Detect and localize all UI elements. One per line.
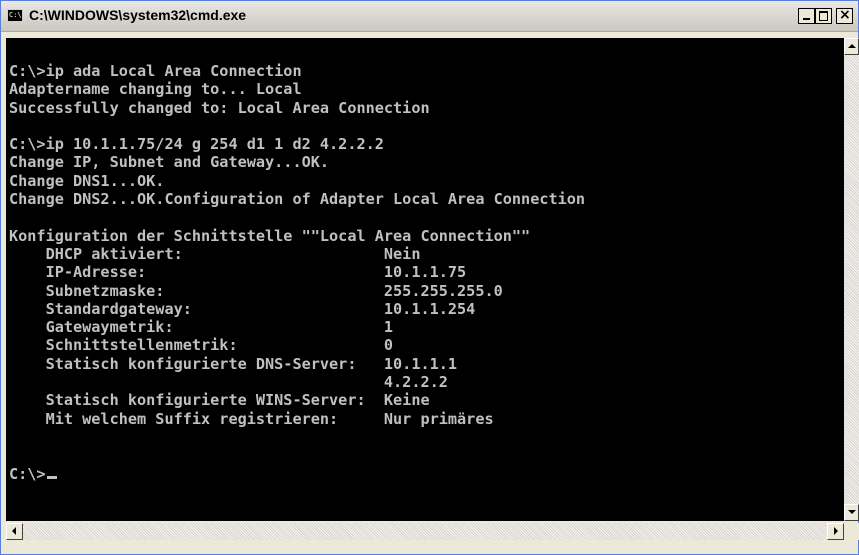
vertical-scroll-track[interactable] <box>844 55 859 504</box>
console-line: 4.2.2.2 <box>9 373 448 392</box>
text-cursor <box>46 475 57 479</box>
horizontal-scroll-track[interactable] <box>23 523 827 540</box>
scroll-left-button[interactable] <box>6 523 23 540</box>
console-line: C:\>ip 10.1.1.75/24 g 254 d1 1 d2 4.2.2.… <box>9 135 384 154</box>
arrow-right-icon <box>834 527 838 535</box>
close-button[interactable]: × <box>836 7 853 24</box>
console-line: Subnetzmaske: 255.255.255.0 <box>9 281 503 300</box>
console-line: C:\> <box>9 464 46 483</box>
console-line: Statisch konfigurierte DNS-Server: 10.1.… <box>9 354 458 373</box>
vertical-scrollbar[interactable] <box>844 38 859 521</box>
console-line: Change DNS1...OK. <box>9 171 165 190</box>
console-output[interactable]: C:\>ip ada Local Area Connection Adapter… <box>6 38 844 521</box>
scroll-right-button[interactable] <box>827 523 844 540</box>
console-line: Standardgateway: 10.1.1.254 <box>9 299 476 318</box>
console-line: C:\>ip ada Local Area Connection <box>9 62 302 80</box>
horizontal-scrollbar[interactable] <box>6 523 844 540</box>
console-line: Mit welchem Suffix registrieren: Nur pri… <box>9 409 494 428</box>
title-bar[interactable]: C:\ C:\WINDOWS\system32\cmd.exe × <box>1 1 858 32</box>
scroll-up-button[interactable] <box>844 38 859 55</box>
console-line: Change DNS2...OK.Configuration of Adapte… <box>9 190 586 209</box>
arrow-up-icon <box>848 44 856 48</box>
console-line: Konfiguration der Schnittstelle ""Local … <box>9 226 531 245</box>
console-text: C:\>ip ada Local Area Connection Adapter… <box>6 38 844 483</box>
console-line: DHCP aktiviert: Nein <box>9 244 421 263</box>
cmd-app-icon[interactable]: C:\ <box>7 9 23 22</box>
size-grip[interactable] <box>844 523 859 540</box>
minimize-button[interactable] <box>798 8 815 24</box>
close-icon: × <box>839 7 851 23</box>
console-line: IP-Adresse: 10.1.1.75 <box>9 263 467 282</box>
window-title: C:\WINDOWS\system32\cmd.exe <box>29 7 247 23</box>
console-line: Adaptername changing to... Local <box>9 80 302 99</box>
cmd-window: C:\ C:\WINDOWS\system32\cmd.exe × C:\>ip… <box>0 0 859 555</box>
console-line: Statisch konfigurierte WINS-Server: Kein… <box>9 391 430 410</box>
arrow-down-icon <box>848 510 856 514</box>
console-line: Successfully changed to: Local Area Conn… <box>9 98 430 117</box>
maximize-button[interactable] <box>815 8 832 24</box>
console-line: Change IP, Subnet and Gateway...OK. <box>9 153 330 172</box>
console-line: Schnittstellenmetrik: 0 <box>9 336 394 355</box>
scroll-down-button[interactable] <box>844 504 859 521</box>
arrow-left-icon <box>12 527 16 535</box>
console-line: Gatewaymetrik: 1 <box>9 318 394 337</box>
